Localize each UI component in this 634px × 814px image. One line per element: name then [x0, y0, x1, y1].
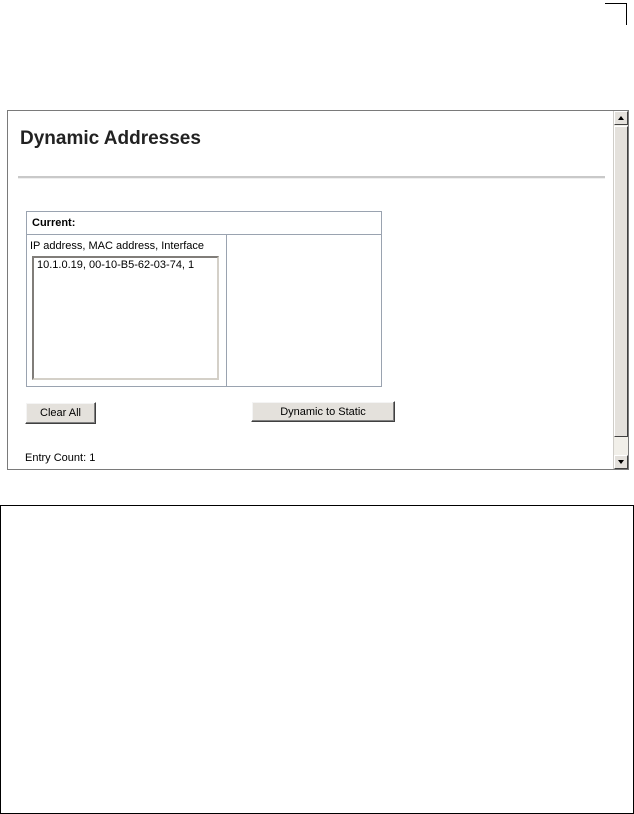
scroll-up-button[interactable] [614, 111, 628, 125]
arrow-up-icon [618, 116, 624, 120]
entry-count: Entry Count: 1 [25, 452, 95, 464]
entry-count-value: 1 [89, 452, 96, 464]
arrow-down-icon [618, 460, 624, 464]
clear-all-button[interactable]: Clear All [25, 402, 96, 424]
dynamic-address-listbox[interactable]: 10.1.0.19, 00-10-B5-62-03-74, 1 [32, 256, 219, 380]
list-item[interactable]: 10.1.0.19, 00-10-B5-62-03-74, 1 [37, 259, 194, 271]
address-column-label: IP address, MAC address, Interface [30, 240, 205, 252]
browser-window: Dynamic Addresses Current: IP address, M… [7, 110, 629, 470]
page-title: Dynamic Addresses [20, 128, 201, 149]
current-panel-header: Current: [27, 212, 381, 235]
scroll-down-button[interactable] [614, 455, 628, 469]
vertical-scrollbar[interactable] [613, 111, 628, 469]
empty-frame [0, 505, 634, 814]
address-list-cell: IP address, MAC address, Interface 10.1.… [27, 235, 227, 386]
title-divider [18, 176, 605, 179]
entry-count-label: Entry Count: [25, 452, 87, 464]
page-content: Dynamic Addresses Current: IP address, M… [8, 111, 613, 469]
current-panel: Current: IP address, MAC address, Interf… [26, 211, 395, 422]
dynamic-to-static-button[interactable]: Dynamic to Static [251, 401, 395, 422]
current-label: Current: [32, 217, 76, 229]
page-corner-mark [605, 3, 627, 25]
scrollbar-thumb[interactable] [614, 126, 628, 437]
